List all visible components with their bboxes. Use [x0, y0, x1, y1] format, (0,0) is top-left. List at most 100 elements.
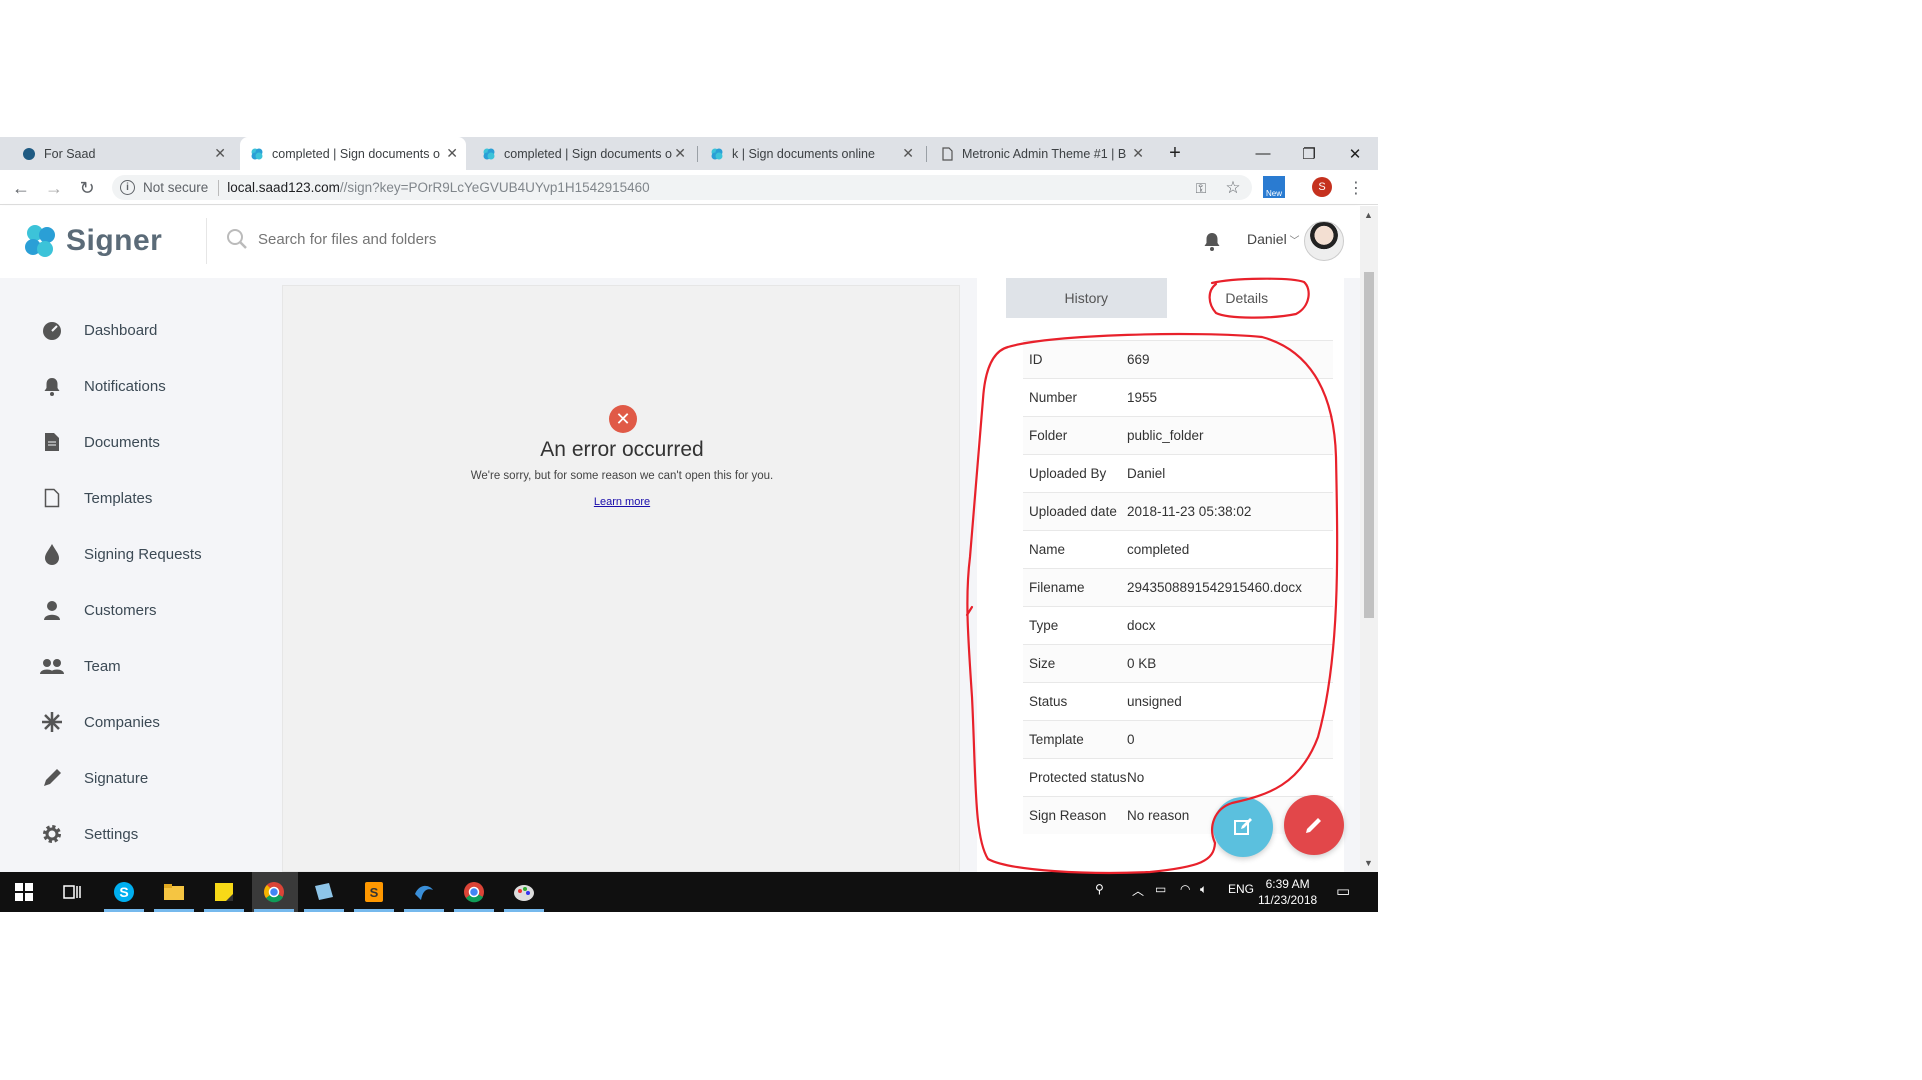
- new-tab-button[interactable]: +: [1152, 137, 1198, 170]
- reload-icon[interactable]: ↻: [76, 177, 98, 199]
- sidebar-item-notifications[interactable]: Notifications: [40, 374, 166, 398]
- signer-logo[interactable]: Signer: [22, 222, 162, 260]
- extension-icon[interactable]: New: [1263, 176, 1285, 198]
- url-bar[interactable]: i Not secure local.saad123.com //sign?ke…: [112, 175, 1252, 200]
- sidebar-item-signing-requests[interactable]: Signing Requests: [40, 542, 202, 566]
- globe-icon: [22, 147, 36, 161]
- table-row: Number 1955: [1023, 378, 1333, 416]
- sidebar-item-signature[interactable]: Signature: [40, 766, 148, 790]
- avatar[interactable]: [1304, 221, 1344, 261]
- close-tab-icon[interactable]: ✕: [214, 145, 226, 162]
- document-viewer: ✕ An error occurred We're sorry, but for…: [282, 285, 960, 872]
- signer-favicon-icon: [710, 147, 724, 161]
- close-tab-icon[interactable]: ✕: [674, 145, 686, 162]
- menu-kebab-icon[interactable]: ⋮: [1345, 177, 1367, 199]
- scroll-down-icon[interactable]: ▼: [1364, 858, 1373, 868]
- table-row: ID 669: [1023, 340, 1333, 378]
- table-row: Protected status No: [1023, 758, 1333, 796]
- notepad-app-icon[interactable]: [312, 880, 336, 904]
- scroll-up-icon[interactable]: ▲: [1364, 210, 1373, 220]
- edit-square-icon: [1234, 818, 1252, 835]
- sidebar: Dashboard Notifications Documents Templa…: [0, 278, 266, 872]
- sidebar-item-customers[interactable]: Customers: [40, 598, 157, 622]
- chrome-icon[interactable]: [262, 880, 286, 904]
- sidebar-item-companies[interactable]: Companies: [40, 710, 160, 734]
- svg-text:S: S: [370, 885, 379, 900]
- language-indicator[interactable]: ENG: [1228, 882, 1254, 896]
- key-icon[interactable]: ⚿: [1190, 177, 1212, 199]
- signer-favicon-icon: [250, 147, 264, 161]
- browser-tab[interactable]: Metronic Admin Theme #1 | B ✕: [930, 137, 1152, 170]
- file-explorer-icon[interactable]: [162, 880, 186, 904]
- wifi-icon[interactable]: ◠: [1180, 882, 1190, 896]
- sublime-text-icon[interactable]: S: [362, 880, 386, 904]
- close-tab-icon[interactable]: ✕: [902, 145, 914, 162]
- signer-logo-icon: [25, 225, 55, 257]
- dolphin-app-icon[interactable]: [412, 880, 436, 904]
- browser-tab[interactable]: For Saad ✕: [12, 137, 234, 170]
- panel-tabs: History Details: [1006, 278, 1327, 318]
- svg-text:S: S: [119, 884, 128, 900]
- sticky-notes-icon[interactable]: [212, 880, 236, 904]
- user-menu[interactable]: Daniel ﹀: [1247, 231, 1299, 247]
- tab-history[interactable]: History: [1006, 278, 1167, 318]
- table-row: Template 0: [1023, 720, 1333, 758]
- table-row: Folder public_folder: [1023, 416, 1333, 454]
- sidebar-item-settings[interactable]: Settings: [40, 822, 138, 846]
- app-header: Signer Daniel ﹀: [0, 206, 1360, 278]
- forward-icon[interactable]: →: [43, 177, 65, 199]
- table-row: Uploaded date 2018-11-23 05:38:02: [1023, 492, 1333, 530]
- windows-start-icon[interactable]: [12, 880, 36, 904]
- close-tab-icon[interactable]: ✕: [1132, 145, 1144, 162]
- paint-icon[interactable]: [512, 880, 536, 904]
- search-input[interactable]: [258, 230, 658, 248]
- dashboard-icon: [40, 318, 64, 342]
- customer-icon: [40, 598, 64, 622]
- chrome-profile-icon[interactable]: [462, 880, 486, 904]
- sign-button[interactable]: [1284, 795, 1344, 855]
- action-center-icon[interactable]: ▭: [1336, 882, 1350, 900]
- sidebar-item-dashboard[interactable]: Dashboard: [40, 318, 157, 342]
- skype-icon[interactable]: S: [112, 880, 136, 904]
- address-bar-row: ← → ↻ i Not secure local.saad123.com //s…: [0, 170, 1378, 205]
- edit-document-button[interactable]: [1213, 797, 1273, 857]
- url-host: local.saad123.com: [227, 180, 340, 195]
- pencil-icon: [1306, 818, 1321, 833]
- table-row: Status unsigned: [1023, 682, 1333, 720]
- people-icon[interactable]: ⚲: [1095, 882, 1104, 896]
- profile-avatar[interactable]: S: [1312, 177, 1332, 197]
- template-icon: [40, 486, 64, 510]
- restore-icon[interactable]: ❐: [1286, 137, 1332, 170]
- sidebar-item-team[interactable]: Team: [40, 654, 121, 678]
- screenshot-frame: For Saad ✕ completed | Sign documents o …: [0, 137, 1378, 912]
- url-path: //sign?key=POrR9LcYeGVUB4UYvp1H154291546…: [339, 180, 650, 195]
- page-icon: [940, 146, 954, 161]
- battery-icon[interactable]: ▭: [1155, 882, 1166, 896]
- task-view-icon[interactable]: [60, 880, 84, 904]
- browser-tab[interactable]: k | Sign documents online ✕: [700, 137, 922, 170]
- browser-tab-active[interactable]: completed | Sign documents o ✕: [240, 137, 466, 170]
- scrollbar-thumb[interactable]: [1364, 272, 1374, 618]
- sidebar-item-templates[interactable]: Templates: [40, 486, 152, 510]
- minimize-icon[interactable]: —: [1240, 137, 1286, 170]
- volume-icon[interactable]: 🔈︎: [1200, 882, 1207, 897]
- close-window-icon[interactable]: ✕: [1332, 137, 1378, 170]
- sidebar-item-documents[interactable]: Documents: [40, 430, 160, 454]
- chevron-up-icon[interactable]: ︿: [1132, 882, 1144, 899]
- bell-icon: [40, 374, 64, 398]
- learn-more-link[interactable]: Learn more: [283, 496, 961, 508]
- error-icon: ✕: [609, 405, 637, 433]
- star-icon[interactable]: ☆: [1222, 177, 1244, 199]
- back-icon[interactable]: ←: [10, 177, 32, 199]
- search-box[interactable]: [226, 228, 658, 250]
- info-icon[interactable]: i: [120, 180, 135, 195]
- companies-icon: [40, 710, 64, 734]
- browser-tab[interactable]: completed | Sign documents o ✕: [472, 137, 694, 170]
- bell-icon[interactable]: [1203, 231, 1221, 256]
- close-tab-icon[interactable]: ✕: [446, 145, 458, 162]
- tab-details[interactable]: Details: [1166, 278, 1327, 318]
- page-scrollbar[interactable]: ▲ ▼: [1360, 206, 1378, 872]
- chevron-down-icon: ﹀: [1286, 236, 1300, 247]
- table-row: Uploaded By Daniel: [1023, 454, 1333, 492]
- taskbar-clock[interactable]: 6:39 AM 11/23/2018: [1258, 876, 1317, 908]
